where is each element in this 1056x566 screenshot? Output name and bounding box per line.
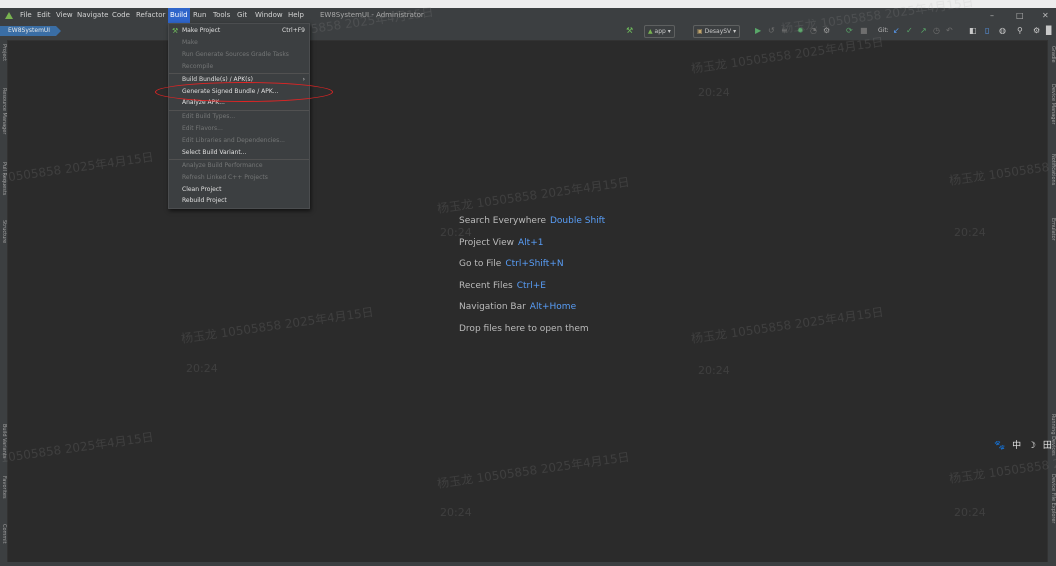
hammer-icon: ⚒ bbox=[172, 27, 179, 35]
run-config-select[interactable]: ▲ app ▾ bbox=[644, 25, 675, 38]
watermark: 杨玉龙 10505858 2025年4月15日 bbox=[436, 174, 631, 216]
watermark-time: 20:24 bbox=[186, 362, 218, 375]
hammer-icon[interactable]: ⚒ bbox=[626, 26, 633, 36]
hint-shortcut: Alt+Home bbox=[529, 302, 577, 313]
shortcut: Ctrl+F9 bbox=[282, 27, 305, 34]
menu-item-edit-libraries[interactable]: Edit Libraries and Dependencies... bbox=[169, 135, 309, 146]
menu-item-refresh-linked-cpp[interactable]: Refresh Linked C++ Projects bbox=[169, 172, 309, 183]
hint-recent-files: Recent Files Ctrl+E bbox=[459, 280, 605, 302]
watermark-time: 20:24 bbox=[954, 506, 986, 519]
editor-empty-hints: Search Everywhere Double Shift Project Vi… bbox=[459, 215, 605, 345]
tool-window-device-file-explorer[interactable]: Device File Explorer bbox=[1050, 474, 1056, 523]
menu-item-select-build-variant[interactable]: Select Build Variant... bbox=[169, 147, 309, 158]
run-icon[interactable]: ▶ bbox=[755, 26, 761, 36]
hint-shortcut: Ctrl+E bbox=[516, 280, 546, 291]
menu-item-run-generate-sources[interactable]: Run Generate Sources Gradle Tasks bbox=[169, 49, 309, 60]
device-manager-icon[interactable]: ▯ bbox=[985, 26, 989, 36]
menu-file[interactable]: File bbox=[18, 8, 34, 23]
device-select[interactable]: ▣ DesaySV ▾ bbox=[693, 25, 741, 38]
menu-item-make-project[interactable]: ⚒ Make Project Ctrl+F9 bbox=[169, 25, 309, 36]
hint-text: Drop files here to open them bbox=[459, 323, 589, 334]
tool-window-project[interactable]: Project bbox=[1, 44, 7, 61]
hint-shortcut: Alt+1 bbox=[518, 237, 544, 248]
tool-window-device-manager[interactable]: Device Manager bbox=[1050, 84, 1056, 125]
menu-item-make[interactable]: Make bbox=[169, 37, 309, 48]
watermark: 杨玉龙 10505858 2025年4月15日 bbox=[436, 449, 631, 491]
status-bar bbox=[0, 562, 1056, 566]
search-icon[interactable]: ⚲ bbox=[1017, 26, 1023, 36]
minimize-button[interactable]: – bbox=[990, 8, 994, 23]
watermark-time: 20:24 bbox=[954, 226, 986, 239]
menu-refactor[interactable]: Refactor bbox=[134, 8, 167, 23]
git-update-icon[interactable]: ↙ bbox=[893, 26, 900, 36]
device-label: DesaySV bbox=[704, 28, 732, 35]
menu-navigate[interactable]: Navigate bbox=[75, 8, 110, 23]
menu-edit[interactable]: Edit bbox=[35, 8, 53, 23]
hint-shortcut: Double Shift bbox=[550, 216, 606, 226]
menu-view[interactable]: View bbox=[54, 8, 75, 23]
tool-window-resource-manager[interactable]: Resource Manager bbox=[1, 88, 7, 134]
hint-text: Navigation Bar bbox=[459, 302, 526, 313]
tool-window-gradle[interactable]: Gradle bbox=[1050, 46, 1056, 63]
watermark-time: 20:24 bbox=[698, 364, 730, 377]
menu-window[interactable]: Window bbox=[253, 8, 285, 23]
hint-search-everywhere: Search Everywhere Double Shift bbox=[459, 215, 605, 237]
build-menu-dropdown: ⚒ Make Project Ctrl+F9 Make Run Generate… bbox=[168, 23, 310, 209]
menu-item-analyze-build-performance[interactable]: Analyze Build Performance bbox=[169, 160, 309, 171]
menu-code[interactable]: Code bbox=[110, 8, 132, 23]
main-toolbar: EW8SystemUI ⚒ ▲ app ▾ ▣ DesaySV ▾ ▶ ↺ ≡ … bbox=[0, 23, 1056, 41]
menu-item-edit-flavors[interactable]: Edit Flavors... bbox=[169, 123, 309, 134]
run-config-label: app bbox=[654, 28, 666, 35]
hint-text: Go to File bbox=[459, 259, 502, 270]
menu-git[interactable]: Git bbox=[235, 8, 249, 23]
watermark-time: 20:24 bbox=[440, 506, 472, 519]
watermark: 杨玉龙 10505858 2025年4月15日 bbox=[0, 429, 155, 471]
menu-item-rebuild-project[interactable]: Rebuild Project bbox=[169, 195, 309, 206]
user-icon[interactable]: ▉ bbox=[1046, 26, 1052, 36]
hint-text: Recent Files bbox=[459, 280, 513, 291]
watermark: 杨玉龙 10505858 2025年4月15日 bbox=[180, 304, 375, 346]
breadcrumb-project[interactable]: EW8SystemUI bbox=[0, 26, 62, 36]
menu-item-edit-build-types[interactable]: Edit Build Types... bbox=[169, 111, 309, 122]
android-studio-icon bbox=[5, 12, 13, 19]
tool-window-favorites[interactable]: Favorites bbox=[1, 476, 7, 499]
hint-go-to-file: Go to File Ctrl+Shift+N bbox=[459, 258, 605, 280]
git-push-icon[interactable]: ↗ bbox=[920, 26, 927, 36]
git-history-icon[interactable]: ◷ bbox=[933, 26, 940, 36]
avd-manager-icon[interactable]: ◧ bbox=[969, 26, 977, 36]
watermark: 杨玉龙 10505858 2025年4月15日 bbox=[690, 304, 885, 346]
watermark-time: 20:24 bbox=[698, 86, 730, 99]
hint-navigation-bar: Navigation Bar Alt+Home bbox=[459, 301, 605, 323]
rerun-icon[interactable]: ↺ bbox=[768, 26, 775, 36]
maximize-button[interactable]: □ bbox=[1016, 8, 1024, 23]
menu-item-recompile[interactable]: Recompile bbox=[169, 61, 309, 72]
git-commit-icon[interactable]: ✓ bbox=[906, 26, 913, 36]
menu-item-clean-project[interactable]: Clean Project bbox=[169, 184, 309, 195]
hint-shortcut: Ctrl+Shift+N bbox=[505, 259, 564, 270]
chevron-right-icon: › bbox=[302, 76, 305, 83]
close-button[interactable]: ✕ bbox=[1042, 8, 1049, 23]
menu-tools[interactable]: Tools bbox=[211, 8, 232, 23]
left-tool-strip: Project Resource Manager Pull Requests S… bbox=[0, 40, 8, 562]
settings-icon[interactable]: ⚙ bbox=[1033, 26, 1040, 36]
device-icon: ▣ bbox=[697, 28, 705, 35]
hint-project-view: Project View Alt+1 bbox=[459, 237, 605, 259]
layout-inspector-icon[interactable]: ◍ bbox=[999, 26, 1006, 36]
hint-text: Project View bbox=[459, 237, 515, 248]
highlight-ellipse bbox=[155, 82, 333, 102]
tool-window-emulator[interactable]: Emulator bbox=[1050, 218, 1056, 241]
watermark: 杨玉龙 10505858 2025年4月15日 bbox=[0, 149, 155, 191]
right-tool-strip: Gradle Device Manager Notifications Emul… bbox=[1047, 40, 1056, 562]
tool-window-commit[interactable]: Commit bbox=[1, 524, 7, 544]
hint-drop-files: Drop files here to open them bbox=[459, 323, 605, 345]
git-rollback-icon[interactable]: ↶ bbox=[946, 26, 953, 36]
tool-window-structure[interactable]: Structure bbox=[1, 220, 7, 243]
watermark: 杨玉龙 10505858 2025年4月15日 bbox=[948, 146, 1056, 188]
menu-run[interactable]: Run bbox=[191, 8, 208, 23]
ime-indicator[interactable]: 🐾 中 ☽ 田 bbox=[994, 438, 1054, 451]
menu-build[interactable]: Build bbox=[168, 8, 190, 23]
hint-text: Search Everywhere bbox=[459, 216, 546, 226]
